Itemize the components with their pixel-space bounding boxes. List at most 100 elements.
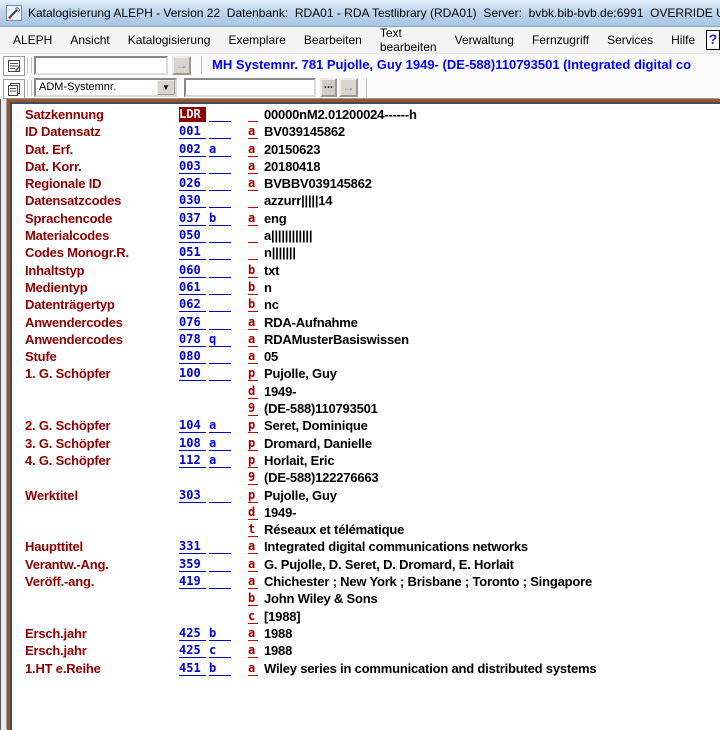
field-subfield[interactable]: [248, 245, 258, 260]
toolbar-grip[interactable]: [27, 57, 32, 73]
field-indicator[interactable]: [209, 574, 231, 589]
field-tag[interactable]: 419: [179, 574, 206, 589]
field-value[interactable]: Chichester ; New York ; Brisbane ; Toron…: [264, 574, 592, 589]
field-subfield[interactable]: a: [248, 159, 258, 174]
record-pad-icon[interactable]: [3, 56, 25, 76]
field-value[interactable]: G. Pujolle, D. Seret, D. Dromard, E. Hor…: [264, 557, 514, 572]
field-indicator[interactable]: b: [209, 661, 231, 676]
menu-hilfe[interactable]: Hilfe: [662, 29, 704, 51]
field-subfield[interactable]: p: [248, 366, 258, 381]
field-value[interactable]: txt: [264, 263, 279, 278]
field-value[interactable]: Réseaux et télématique: [264, 522, 404, 537]
field-tag[interactable]: 451: [179, 661, 206, 676]
field-subfield[interactable]: a: [248, 211, 258, 226]
field-value[interactable]: BV039145862: [264, 124, 345, 139]
field-value[interactable]: azzurr|||||14: [264, 193, 332, 208]
field-indicator[interactable]: [209, 297, 231, 312]
field-tag[interactable]: 051: [179, 245, 206, 260]
field-indicator[interactable]: a: [209, 453, 231, 468]
field-value[interactable]: a||||||||||||: [264, 228, 312, 243]
field-subfield[interactable]: p: [248, 418, 258, 433]
adm-number-input[interactable]: [184, 78, 316, 97]
field-tag[interactable]: 359: [179, 557, 206, 572]
menu-ansicht[interactable]: Ansicht: [61, 29, 118, 51]
menu-katalogisierung[interactable]: Katalogisierung: [119, 29, 220, 51]
adm-go-button[interactable]: →: [339, 78, 358, 97]
menu-services[interactable]: Services: [598, 29, 662, 51]
field-value[interactable]: 1988: [264, 626, 292, 641]
field-value[interactable]: Pujolle, Guy: [264, 366, 337, 381]
field-tag[interactable]: 100: [179, 366, 206, 381]
field-value[interactable]: 00000nM2.01200024------h: [264, 107, 417, 122]
field-indicator[interactable]: [209, 193, 231, 208]
field-value[interactable]: John Wiley & Sons: [264, 591, 378, 606]
field-value[interactable]: (DE-588)110793501: [264, 401, 378, 416]
field-tag[interactable]: 026: [179, 176, 206, 191]
field-subfield[interactable]: c: [248, 609, 258, 624]
field-tag[interactable]: 425: [179, 626, 206, 641]
field-indicator[interactable]: c: [209, 643, 231, 658]
field-indicator[interactable]: [209, 245, 231, 260]
field-value[interactable]: 05: [264, 349, 278, 364]
field-subfield[interactable]: a: [248, 661, 258, 676]
adm-system-select[interactable]: ADM-Systemnr. ▼: [34, 78, 177, 97]
toolbar-grip[interactable]: [27, 80, 32, 96]
field-value[interactable]: Integrated digital communications networ…: [264, 539, 528, 554]
field-subfield[interactable]: a: [248, 176, 258, 191]
field-subfield[interactable]: a: [248, 349, 258, 364]
field-value[interactable]: 20150623: [264, 142, 320, 157]
field-tag[interactable]: 425: [179, 643, 206, 658]
field-subfield[interactable]: a: [248, 643, 258, 658]
field-subfield[interactable]: b: [248, 297, 258, 312]
field-subfield[interactable]: a: [248, 574, 258, 589]
field-value[interactable]: Seret, Dominique: [264, 418, 368, 433]
field-subfield[interactable]: b: [248, 280, 258, 295]
field-value[interactable]: n: [264, 280, 272, 295]
field-subfield[interactable]: d: [248, 384, 258, 399]
field-tag[interactable]: 080: [179, 349, 206, 364]
browse-button[interactable]: ...: [320, 78, 337, 97]
field-tag[interactable]: 062: [179, 297, 206, 312]
field-subfield[interactable]: a: [248, 539, 258, 554]
field-subfield[interactable]: 9: [248, 401, 258, 416]
field-value[interactable]: Wiley series in communication and distri…: [264, 661, 596, 676]
field-value[interactable]: (DE-588)122276663: [264, 470, 378, 485]
field-value[interactable]: Pujolle, Guy: [264, 488, 337, 503]
field-value[interactable]: nc: [264, 297, 279, 312]
field-subfield[interactable]: p: [248, 488, 258, 503]
field-indicator[interactable]: q: [209, 332, 231, 347]
field-tag[interactable]: 001: [179, 124, 206, 139]
field-indicator[interactable]: [209, 539, 231, 554]
field-value[interactable]: n|||||||: [264, 245, 296, 260]
field-indicator[interactable]: [209, 488, 231, 503]
field-tag[interactable]: 104: [179, 418, 206, 433]
field-tag[interactable]: 078: [179, 332, 206, 347]
field-indicator[interactable]: [209, 280, 231, 295]
record-go-button[interactable]: →: [172, 56, 191, 75]
menu-verwaltung[interactable]: Verwaltung: [446, 29, 523, 51]
help-icon[interactable]: ?: [706, 30, 720, 50]
field-subfield[interactable]: b: [248, 263, 258, 278]
field-value[interactable]: [1988]: [264, 609, 300, 624]
menu-fernzugriff[interactable]: Fernzugriff: [523, 29, 598, 51]
field-tag[interactable]: 303: [179, 488, 206, 503]
chevron-down-icon[interactable]: ▼: [157, 80, 175, 95]
field-value[interactable]: 1988: [264, 643, 292, 658]
field-indicator[interactable]: [209, 557, 231, 572]
field-subfield[interactable]: a: [248, 315, 258, 330]
menu-exemplare[interactable]: Exemplare: [219, 29, 294, 51]
field-tag[interactable]: LDR: [179, 107, 206, 122]
field-subfield[interactable]: a: [248, 124, 258, 139]
field-subfield[interactable]: p: [248, 453, 258, 468]
field-indicator[interactable]: [209, 176, 231, 191]
field-value[interactable]: Dromard, Danielle: [264, 436, 372, 451]
field-subfield[interactable]: a: [248, 626, 258, 641]
field-value[interactable]: 1949-: [264, 384, 296, 399]
field-value[interactable]: 1949-: [264, 505, 296, 520]
field-subfield[interactable]: a: [248, 142, 258, 157]
menu-text-bearbeiten[interactable]: Text bearbeiten: [371, 22, 446, 58]
field-indicator[interactable]: [209, 315, 231, 330]
field-tag[interactable]: 060: [179, 263, 206, 278]
field-value[interactable]: 20180418: [264, 159, 320, 174]
field-subfield[interactable]: [248, 228, 258, 243]
